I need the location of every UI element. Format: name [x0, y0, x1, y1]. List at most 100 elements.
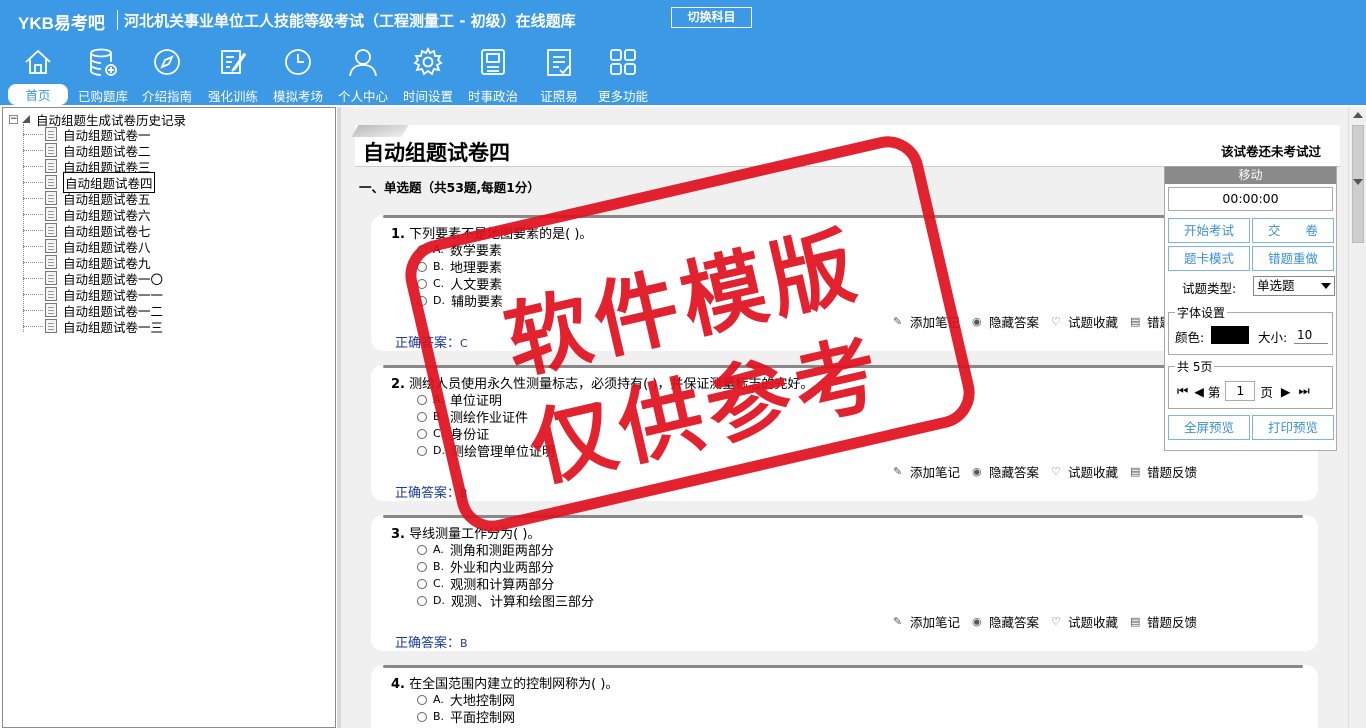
- nav-time-settings[interactable]: 时间设置: [397, 46, 459, 104]
- option-key: B.: [433, 260, 445, 273]
- option-d[interactable]: D. 辅助要素: [417, 291, 503, 310]
- favorite-button[interactable]: ♡ 试题收藏: [1051, 462, 1118, 481]
- hide-answer-button[interactable]: ◉ 隐藏答案: [972, 612, 1039, 631]
- nav-certificate[interactable]: 证照易: [530, 46, 588, 104]
- submit-paper-button[interactable]: 交 卷: [1252, 218, 1334, 243]
- scroll-up-icon[interactable]: [1353, 112, 1363, 118]
- report-error-button[interactable]: ▤ 错题反馈: [1130, 612, 1197, 631]
- print-preview-button[interactable]: 打印预览: [1252, 415, 1334, 440]
- radio-button[interactable]: [417, 244, 427, 255]
- tree-branch: [23, 214, 43, 215]
- answer-label: 正确答案：: [395, 336, 461, 351]
- report-error-button[interactable]: ▤ 错题反馈: [1130, 462, 1197, 481]
- radio-button[interactable]: [417, 445, 427, 456]
- add-note-button[interactable]: ✎ 添加笔记: [893, 462, 960, 481]
- question-divider: [383, 515, 1303, 518]
- radio-button[interactable]: [417, 278, 427, 289]
- collapse-icon[interactable]: −: [9, 114, 18, 124]
- nav-guide[interactable]: 介绍指南: [137, 46, 197, 104]
- vertical-scrollbar[interactable]: [1348, 107, 1366, 728]
- radio-button[interactable]: [417, 295, 427, 306]
- question-card: 3. 导线测量工作分为( )。 A. 测角和测距两部分 B. 外业和内业两部分 C.…: [371, 515, 1318, 651]
- action-label: 添加笔记: [910, 465, 961, 480]
- nav-current-affairs[interactable]: 时事政治: [462, 46, 524, 104]
- nav-purchased[interactable]: 已购题库: [72, 46, 134, 104]
- document-icon: [45, 191, 57, 205]
- option-key: A.: [433, 243, 444, 256]
- fullscreen-preview-button[interactable]: 全屏预览: [1168, 415, 1250, 440]
- pencil-icon: ✎: [893, 314, 903, 328]
- radio-button[interactable]: [417, 428, 427, 439]
- redo-wrong-button[interactable]: 错题重做: [1252, 246, 1334, 271]
- scroll-down-icon[interactable]: [1353, 179, 1363, 185]
- header-decoration: [351, 125, 409, 137]
- font-color-picker[interactable]: [1211, 326, 1249, 344]
- report-icon: ▤: [1130, 314, 1141, 328]
- radio-button[interactable]: [417, 394, 427, 405]
- nav-more[interactable]: 更多功能: [592, 46, 654, 104]
- panel-drag-handle[interactable]: 移动: [1165, 167, 1336, 184]
- nav-mock-exam[interactable]: 模拟考场: [267, 46, 329, 104]
- document-icon: [45, 303, 57, 317]
- tree-item-paper-13[interactable]: 自动组题试卷一三: [45, 318, 163, 335]
- page-prefix: 第: [1207, 384, 1221, 400]
- nav-label: 已购题库: [77, 89, 128, 104]
- action-label: 添加笔记: [910, 315, 961, 330]
- hide-answer-button[interactable]: ◉ 隐藏答案: [972, 462, 1039, 481]
- page-number-input[interactable]: 1: [1225, 381, 1256, 401]
- pencil-icon: ✎: [893, 614, 903, 628]
- radio-button[interactable]: [417, 595, 427, 606]
- nav-home[interactable]: 首页: [8, 46, 68, 105]
- tree-branch: [23, 310, 43, 311]
- tree-branch: [23, 182, 43, 183]
- last-page-icon[interactable]: ⏭: [1299, 383, 1310, 399]
- question-type-select[interactable]: 单选题: [1253, 276, 1335, 296]
- nav-label: 时间设置: [402, 89, 453, 104]
- exam-timer: 00:00:00: [1168, 187, 1333, 211]
- size-label: 大小:: [1258, 330, 1288, 345]
- option-key: A.: [433, 393, 444, 406]
- radio-button[interactable]: [417, 694, 427, 705]
- hide-answer-button[interactable]: ◉ 隐藏答案: [972, 312, 1039, 331]
- answer-value: B: [460, 637, 468, 650]
- radio-button[interactable]: [417, 544, 427, 555]
- radio-button[interactable]: [417, 261, 427, 272]
- nav-profile[interactable]: 个人中心: [332, 46, 394, 104]
- action-label: 试题收藏: [1068, 315, 1119, 330]
- option-b[interactable]: B. 平面控制网: [417, 707, 515, 726]
- document-icon: [45, 223, 57, 237]
- question-actions: ✎ 添加笔记 ◉隐藏答案 ♡试题收藏 ▤错题反馈: [893, 612, 1209, 631]
- add-note-button[interactable]: ✎ 添加笔记: [893, 312, 960, 331]
- radio-button[interactable]: [417, 711, 427, 722]
- page-suffix: 页: [1260, 384, 1273, 400]
- first-page-icon[interactable]: ⏮: [1177, 383, 1188, 399]
- font-size-input[interactable]: 10: [1294, 326, 1328, 344]
- action-label: 错题反馈: [1147, 615, 1198, 630]
- nav-label: 首页: [8, 84, 68, 105]
- next-page-icon[interactable]: ▶: [1281, 384, 1291, 399]
- radio-button[interactable]: [417, 561, 427, 572]
- action-label: 添加笔记: [910, 615, 961, 630]
- radio-button[interactable]: [417, 411, 427, 422]
- logo-divider: [117, 10, 118, 30]
- document-icon: [45, 143, 57, 157]
- option-d[interactable]: D. 测绘管理单位证明: [417, 441, 555, 460]
- tree-branch: [23, 262, 43, 263]
- prev-page-icon[interactable]: ◀: [1194, 384, 1204, 399]
- favorite-button[interactable]: ♡ 试题收藏: [1051, 312, 1118, 331]
- radio-button[interactable]: [417, 578, 427, 589]
- question-type-label: 试题类型:: [1182, 281, 1237, 296]
- card-mode-button[interactable]: 题卡模式: [1168, 246, 1250, 271]
- option-key: B.: [433, 560, 445, 573]
- nav-training[interactable]: 强化训练: [202, 46, 264, 104]
- switch-subject-button[interactable]: 切换科目: [671, 7, 752, 28]
- add-note-button[interactable]: ✎ 添加笔记: [893, 612, 960, 631]
- start-exam-button[interactable]: 开始考试: [1168, 218, 1250, 243]
- question-number: 2.: [391, 377, 405, 392]
- answer-label: 正确答案：: [395, 636, 461, 651]
- heart-icon: ♡: [1051, 614, 1061, 628]
- favorite-button[interactable]: ♡ 试题收藏: [1051, 612, 1118, 631]
- option-d[interactable]: D. 观测、计算和绘图三部分: [417, 591, 594, 610]
- document-icon: [45, 207, 57, 221]
- question-actions: ✎添加笔记 ◉隐藏答案 ♡试题收藏 ▤错题反馈: [893, 312, 1209, 331]
